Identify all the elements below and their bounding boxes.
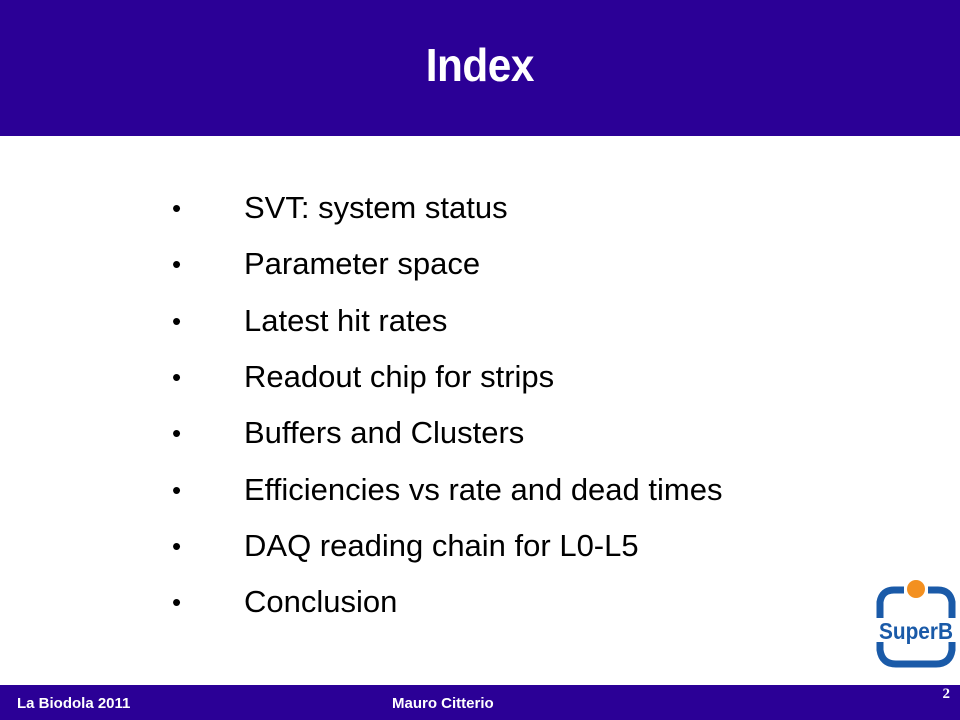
list-item: • DAQ reading chain for L0-L5: [170, 518, 722, 574]
logo-orange-dot: [907, 580, 925, 598]
list-item: • Latest hit rates: [170, 293, 722, 349]
title-bar: Index: [0, 0, 960, 136]
list-item-text: Efficiencies vs rate and dead times: [244, 471, 723, 507]
list-item-text: Conclusion: [244, 584, 398, 620]
bullet-icon: •: [172, 587, 182, 618]
logo-text: SuperB: [879, 618, 953, 644]
logo-upper-bracket-right: [928, 586, 956, 618]
list-item-text: SVT: system status: [244, 190, 508, 226]
list-item: • Efficiencies vs rate and dead times: [170, 461, 722, 517]
logo-lower-bracket: [876, 642, 956, 668]
list-item-text: Readout chip for strips: [244, 359, 555, 395]
bullet-icon: •: [172, 193, 182, 224]
list-item: • Parameter space: [170, 236, 722, 292]
bullet-icon: •: [172, 530, 182, 561]
bullet-icon: •: [172, 474, 182, 505]
list-item-text: Latest hit rates: [244, 302, 448, 338]
list-item: • Buffers and Clusters: [170, 405, 722, 461]
list-item-text: DAQ reading chain for L0-L5: [244, 527, 639, 563]
bullet-icon: •: [172, 418, 182, 449]
list-item-text: Parameter space: [244, 246, 481, 282]
list-item: • Conclusion: [170, 574, 722, 630]
page-number: 2: [942, 686, 951, 702]
list-item: • Readout chip for strips: [170, 349, 722, 405]
list-item-text: Buffers and Clusters: [244, 415, 525, 451]
bullet-list: • SVT: system status • Parameter space •…: [170, 180, 722, 630]
logo-upper-bracket: [876, 586, 904, 618]
footer-bar: La Biodola 2011 Mauro Citterio 2: [0, 685, 960, 720]
list-item: • SVT: system status: [170, 180, 722, 236]
slide-title: Index: [425, 39, 535, 91]
footer-event: La Biodola 2011: [17, 695, 131, 712]
bullet-icon: •: [172, 249, 182, 280]
bullet-icon: •: [172, 362, 182, 393]
superb-logo-icon: SuperB: [876, 580, 956, 668]
footer-author: Mauro Citterio: [392, 695, 494, 712]
superb-logo: SuperB: [874, 578, 958, 674]
bullet-icon: •: [172, 305, 182, 336]
